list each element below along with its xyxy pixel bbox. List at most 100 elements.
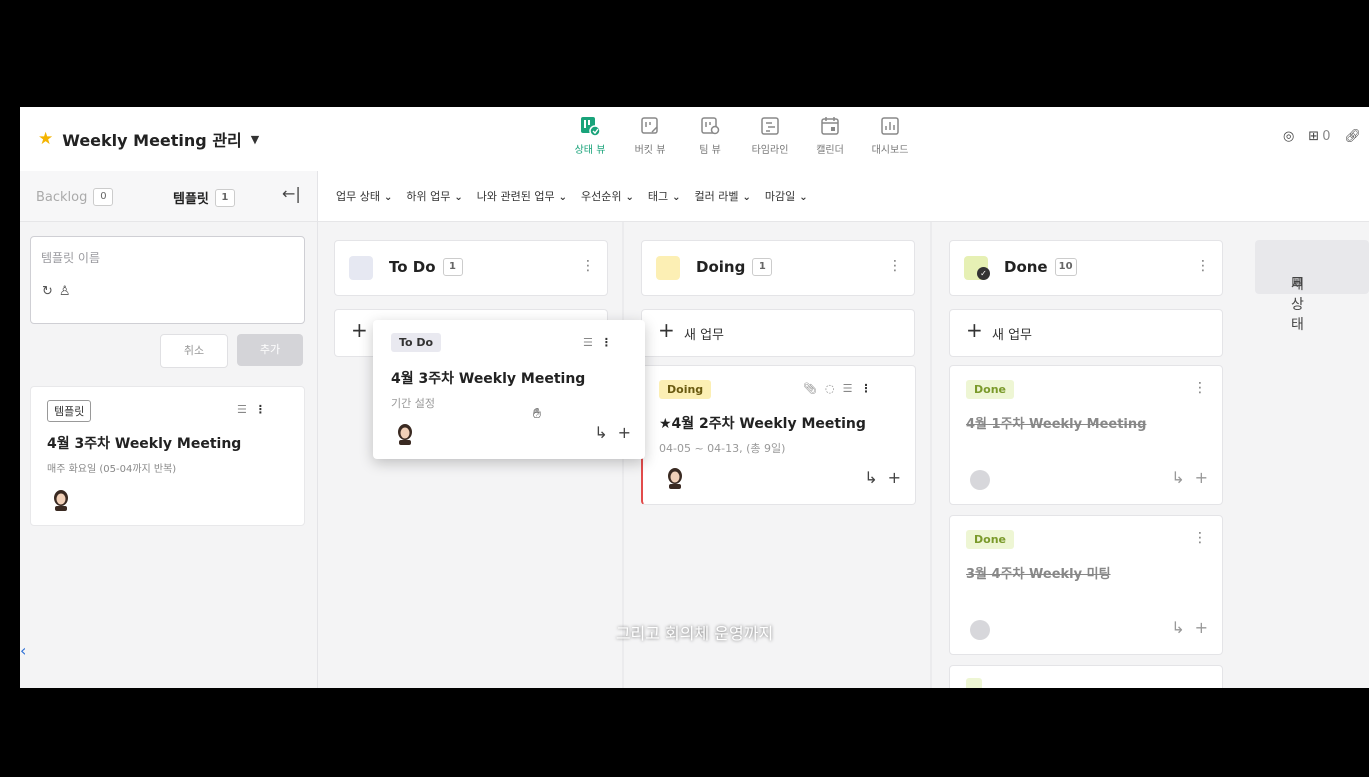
- kebab-menu-icon[interactable]: ⋮: [888, 258, 902, 274]
- filter-tag[interactable]: 태그 ⌄: [648, 188, 681, 204]
- add-icon[interactable]: +: [888, 468, 901, 487]
- filter-label: 태그: [647, 190, 669, 203]
- template-name-form[interactable]: 템플릿 이름 ↻ ♙: [30, 236, 305, 324]
- assignee-icon[interactable]: ♙: [59, 284, 71, 299]
- tab-label: 상태 뷰: [574, 145, 606, 156]
- column-title: To Do 1: [389, 258, 463, 276]
- add-status-button[interactable]: ⊞ 새 상태: [1255, 240, 1369, 333]
- kebab-menu-icon[interactable]: ⋮: [860, 382, 871, 395]
- tab-bucket-view[interactable]: 버킷 뷰: [628, 115, 672, 156]
- kebab-menu-icon[interactable]: ⋮: [1193, 530, 1207, 546]
- column-title: Doing 1: [696, 258, 773, 276]
- add-icon[interactable]: +: [1195, 468, 1208, 487]
- card-meta-icons: 📎︎ ◌ ☰ ⋮: [803, 382, 871, 395]
- column-color-swatch[interactable]: [349, 256, 373, 280]
- calendar-icon: [821, 117, 839, 135]
- subtask-icon[interactable]: ↳: [864, 468, 877, 487]
- member-count: 0: [1322, 129, 1331, 144]
- card-meta-icons: ☰ ⋮: [237, 403, 266, 416]
- filter-bar: 업무 상태 ⌄ 하위 업무 ⌄ 나와 관련된 업무 ⌄ 우선순위 ⌄ 태그 ⌄ 컬러 라벨…: [318, 171, 1369, 222]
- kebab-menu-icon[interactable]: ⋮: [581, 258, 595, 274]
- new-task-doing[interactable]: + 새 업무: [641, 309, 915, 357]
- tab-backlog[interactable]: Backlog 0: [36, 188, 114, 206]
- letterbox-bottom: [0, 688, 1369, 777]
- status-view-icon: [581, 117, 601, 137]
- card-title: ★4월 2주차 Weekly Meeting: [659, 416, 866, 432]
- collapse-sidebar-icon[interactable]: ←|: [282, 184, 301, 203]
- column-header-todo[interactable]: To Do 1 ⋮: [334, 240, 608, 296]
- tab-calendar[interactable]: 캘린더: [808, 115, 852, 156]
- chevron-down-icon: ⌄: [799, 192, 808, 203]
- plus-icon: +: [658, 318, 675, 342]
- tab-dashboard[interactable]: 대시보드: [868, 115, 912, 156]
- video-caption: 그리고 회의체 운영까지: [615, 624, 774, 643]
- dragged-task-card[interactable]: To Do ☰ ⋮ 4월 3주차 Weekly Meeting 기간 설정 ↳ …: [373, 320, 645, 459]
- column-divider: [930, 222, 932, 688]
- chevron-down-icon: ⌄: [383, 192, 393, 203]
- filter-label: 컬러 라벨: [694, 190, 739, 203]
- bucket-view-icon: [641, 117, 658, 134]
- filter-related[interactable]: 나와 관련된 업무 ⌄: [477, 188, 567, 204]
- task-card-doing[interactable]: Doing 📎︎ ◌ ☰ ⋮ ★4월 2주차 Weekly Meeting 04…: [641, 365, 916, 505]
- filter-priority[interactable]: 우선순위 ⌄: [581, 188, 634, 204]
- add-icon[interactable]: +: [618, 423, 631, 442]
- add-button[interactable]: 추가: [237, 334, 303, 366]
- subtask-icon[interactable]: ↳: [594, 423, 607, 442]
- tab-timeline[interactable]: 타임라인: [748, 115, 792, 156]
- chevron-down-icon: ⌄: [672, 192, 681, 203]
- filter-status[interactable]: 업무 상태 ⌄: [336, 188, 392, 204]
- column-header-done[interactable]: ✓ Done 10 ⋮: [949, 240, 1223, 296]
- star-icon[interactable]: ★: [38, 130, 53, 148]
- filter-list: 업무 상태 ⌄ 하위 업무 ⌄ 나와 관련된 업무 ⌄ 우선순위 ⌄ 태그 ⌄ 컬러 라벨…: [336, 188, 808, 204]
- filter-color-label[interactable]: 컬러 라벨 ⌄: [695, 188, 751, 204]
- status-badge: Done: [966, 530, 1014, 549]
- filter-label: 우선순위: [580, 190, 622, 203]
- tab-template[interactable]: 템플릿 1: [173, 188, 235, 207]
- backlog-count: 0: [93, 188, 114, 206]
- column-title: Done 10: [1004, 258, 1077, 276]
- kebab-menu-icon[interactable]: ⋮: [255, 403, 266, 416]
- chevron-down-icon: ⌄: [558, 192, 567, 203]
- attachment-icon: 📎︎: [803, 382, 817, 395]
- task-card-done[interactable]: [949, 665, 1223, 688]
- subtask-icon[interactable]: ↳: [1171, 468, 1184, 487]
- column-color-swatch[interactable]: [656, 256, 680, 280]
- tab-status-view[interactable]: 상태 뷰: [568, 115, 612, 156]
- kebab-menu-icon[interactable]: ⋮: [1193, 380, 1207, 396]
- check-icon: ✓: [977, 267, 990, 280]
- timeline-icon: [761, 117, 779, 135]
- cancel-button[interactable]: 취소: [160, 334, 228, 368]
- task-card-done[interactable]: Done ⋮ 4월 1주차 Weekly Meeting ↳ +: [949, 365, 1223, 505]
- chevron-down-icon: ⌄: [454, 192, 463, 203]
- project-title-group[interactable]: ★ Weekly Meeting 관리 ▼: [38, 127, 259, 151]
- filter-label: 하위 업무: [406, 190, 451, 203]
- chevron-down-icon[interactable]: ▼: [251, 133, 259, 146]
- tab-team-view[interactable]: 팀 뷰: [688, 115, 732, 156]
- tab-label: 팀 뷰: [699, 145, 721, 156]
- column-title-text: To Do: [389, 258, 436, 276]
- kebab-menu-icon[interactable]: ⋮: [1196, 258, 1210, 274]
- template-name-placeholder: 템플릿 이름: [41, 251, 101, 265]
- status-badge: [966, 678, 982, 688]
- target-icon[interactable]: ◎: [1283, 129, 1294, 144]
- filter-subtask[interactable]: 하위 업무 ⌄: [406, 188, 462, 204]
- template-card-subtitle: 매주 화요일 (05-04까지 반복): [47, 464, 177, 475]
- add-status-label: 새 상태: [1291, 277, 1304, 333]
- sidebar-tabs: Backlog 0 템플릿 1 ←|: [20, 171, 317, 222]
- header-actions: ◎ ⊞ 0 🔗︎: [1283, 129, 1361, 144]
- members-button[interactable]: ⊞ 0: [1308, 129, 1330, 144]
- dashboard-icon: [881, 117, 899, 135]
- add-status-label-group: ⊞ 새 상태: [1273, 257, 1304, 333]
- filter-label: 나와 관련된 업무: [476, 190, 555, 203]
- letterbox-top: [0, 0, 1369, 107]
- filter-due-date[interactable]: 마감일 ⌄: [765, 188, 808, 204]
- column-header-doing[interactable]: Doing 1 ⋮: [641, 240, 915, 296]
- template-card[interactable]: 템플릿 ☰ ⋮ 4월 3주차 Weekly Meeting 매주 화요일 (05…: [30, 386, 305, 526]
- repeat-icon[interactable]: ↻: [42, 284, 53, 299]
- set-period-link[interactable]: 기간 설정: [391, 395, 435, 411]
- card-date-range: 04-05 ~ 04-13, (총 9일): [659, 442, 786, 455]
- link-icon[interactable]: 🔗︎: [1344, 129, 1361, 144]
- new-task-done[interactable]: + 새 업무: [949, 309, 1223, 357]
- kebab-menu-icon[interactable]: ⋮: [601, 336, 612, 349]
- column-count: 1: [442, 258, 463, 276]
